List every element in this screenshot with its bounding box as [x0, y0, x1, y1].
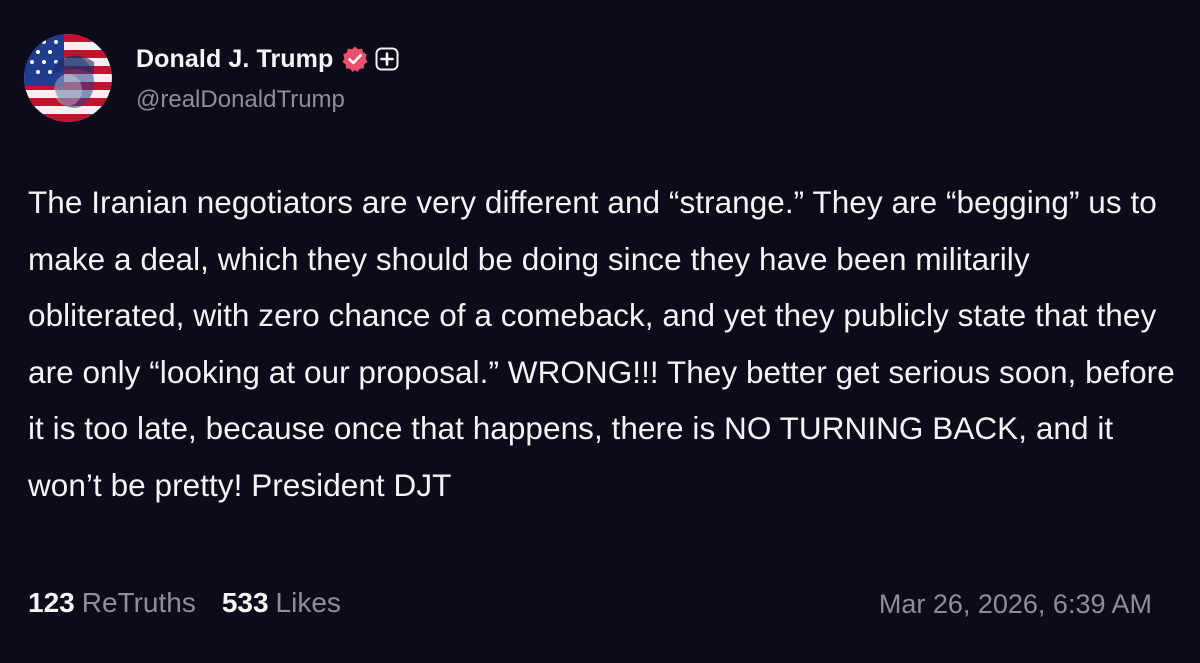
post-timestamp[interactable]: Mar 26, 2026, 6:39 AM — [879, 589, 1152, 620]
retruths-stat[interactable]: 123 ReTruths — [28, 587, 196, 619]
likes-count: 533 — [221, 587, 269, 618]
likes-label: Likes — [275, 587, 341, 618]
plus-icon[interactable] — [375, 47, 399, 71]
verified-badge-icon — [341, 45, 369, 73]
likes-stat[interactable]: 533 Likes — [222, 587, 341, 619]
author-handle[interactable]: @realDonaldTrump — [136, 86, 345, 114]
retruths-count: 123 — [28, 587, 75, 618]
post-body-text: The Iranian negotiators are very differe… — [28, 184, 1175, 503]
retruths-label: ReTruths — [81, 587, 196, 618]
truth-post: Donald J. Trump @realDonaldTrump The Ira… — [0, 0, 1200, 663]
author-name-row: Donald J. Trump — [136, 42, 399, 76]
post-stats: 123 ReTruths 533 Likes — [28, 587, 341, 619]
avatar-image — [24, 34, 112, 122]
avatar[interactable] — [24, 34, 112, 122]
author-display-name[interactable]: Donald J. Trump — [136, 45, 333, 74]
